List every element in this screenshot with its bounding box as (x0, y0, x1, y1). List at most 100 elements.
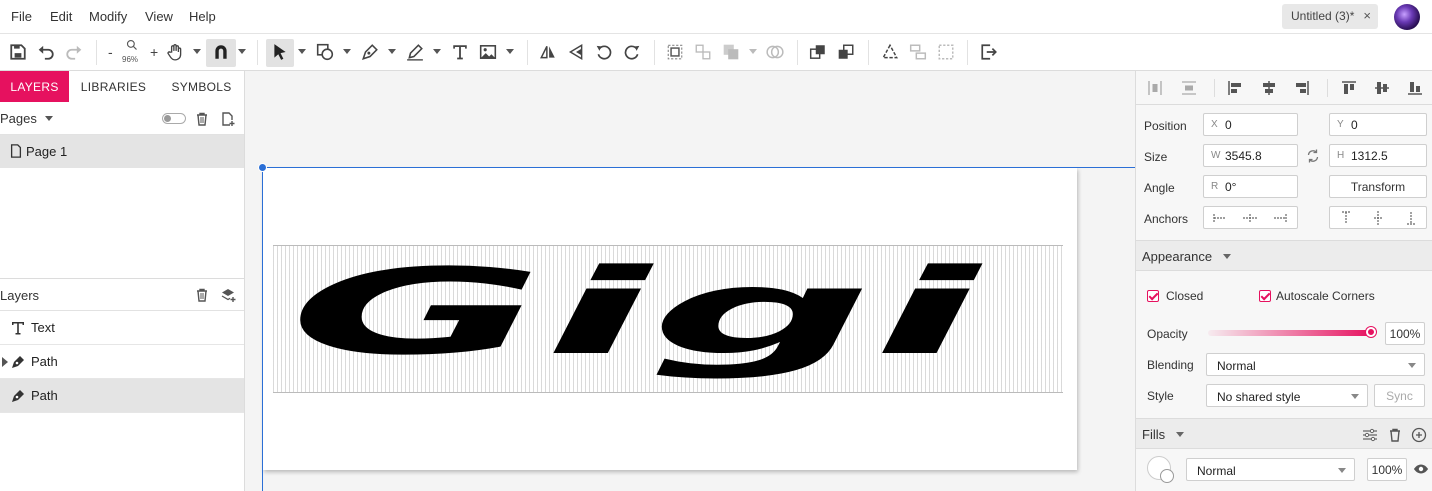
fill-options-icon[interactable] (1361, 426, 1379, 444)
shape-dropdown-icon[interactable] (343, 49, 351, 54)
opacity-slider[interactable] (1208, 327, 1376, 337)
zoom-in-button[interactable]: + (150, 44, 158, 60)
undo-icon[interactable] (36, 42, 56, 62)
text-tool-icon[interactable] (450, 42, 470, 62)
flip-horizontal-icon[interactable] (538, 42, 558, 62)
add-layer-icon[interactable] (219, 286, 237, 304)
boolean-ops-icon[interactable] (721, 42, 741, 62)
flip-vertical-icon[interactable] (566, 42, 586, 62)
delete-layer-icon[interactable] (193, 286, 211, 304)
eyedropper-icon[interactable] (1160, 469, 1174, 483)
export-icon[interactable] (979, 42, 999, 62)
width-field[interactable]: W 3545.8 (1203, 144, 1298, 167)
canvas[interactable]: Gigi (245, 71, 1135, 491)
mask-icon[interactable] (765, 42, 785, 62)
align-top-icon[interactable] (1340, 79, 1358, 97)
anchor-right-icon[interactable] (1271, 209, 1289, 227)
tab-libraries[interactable]: LIBRARIES (69, 71, 158, 102)
pen-dropdown-icon[interactable] (388, 49, 396, 54)
group-icon[interactable] (665, 42, 685, 62)
autoscale-corners-checkbox[interactable] (1259, 290, 1271, 302)
anchor-bottom-icon[interactable] (1402, 209, 1420, 227)
send-backward-icon[interactable] (836, 42, 856, 62)
delete-page-icon[interactable] (193, 110, 211, 128)
menu-help[interactable]: Help (189, 9, 216, 24)
expand-arrow-icon[interactable] (2, 357, 8, 367)
tab-layers[interactable]: LAYERS (0, 71, 69, 102)
page-item[interactable]: Page 1 (0, 135, 244, 168)
redo-icon[interactable] (64, 42, 84, 62)
pointer-dropdown-icon[interactable] (298, 49, 306, 54)
eye-icon[interactable] (1412, 460, 1430, 478)
hand-dropdown-icon[interactable] (193, 49, 201, 54)
menu-modify[interactable]: Modify (89, 9, 127, 24)
y-field[interactable]: Y 0 (1329, 113, 1427, 136)
zoom-out-button[interactable]: - (108, 44, 113, 60)
close-tab-icon[interactable]: × (1363, 8, 1371, 23)
sync-button[interactable]: Sync (1374, 384, 1425, 407)
blending-select[interactable]: Normal (1206, 353, 1425, 376)
ungroup-icon[interactable] (693, 42, 713, 62)
image-dropdown-icon[interactable] (506, 49, 514, 54)
fills-dropdown-icon[interactable] (1176, 432, 1184, 437)
anchor-left-icon[interactable] (1211, 209, 1229, 227)
document-tab[interactable]: Untitled (3)* × (1282, 4, 1378, 29)
image-tool-icon[interactable] (478, 42, 498, 62)
fill-opacity-field[interactable]: 100% (1367, 458, 1407, 481)
artboard-icon[interactable] (936, 42, 956, 62)
snap-magnet-icon[interactable] (211, 42, 231, 62)
fill-color-swatch[interactable] (1147, 456, 1174, 483)
lock-ratio-icon[interactable] (1304, 147, 1322, 165)
pencil-dropdown-icon[interactable] (433, 49, 441, 54)
opacity-field[interactable]: 100% (1385, 322, 1425, 345)
rotate-left-icon[interactable] (594, 42, 614, 62)
menu-edit[interactable]: Edit (50, 9, 72, 24)
layer-row-path-selected[interactable]: Path (0, 379, 244, 413)
align-middle-vertical-icon[interactable] (1373, 79, 1391, 97)
distribute-icon[interactable] (908, 42, 928, 62)
align-bottom-icon[interactable] (1406, 79, 1424, 97)
shared-style-select[interactable]: No shared style (1206, 384, 1368, 407)
add-fill-icon[interactable] (1410, 426, 1428, 444)
pages-dropdown-icon[interactable] (45, 116, 53, 121)
boolean-dropdown-icon[interactable] (749, 49, 757, 54)
align-right-icon[interactable] (1293, 79, 1311, 97)
align-left-icon[interactable] (1226, 79, 1244, 97)
simplify-path-icon[interactable] (880, 42, 900, 62)
height-field[interactable]: H 1312.5 (1329, 144, 1427, 167)
distribute-horizontal-icon[interactable] (1146, 79, 1164, 97)
bring-forward-icon[interactable] (808, 42, 828, 62)
anchor-middle-icon[interactable] (1369, 209, 1387, 227)
rotation-field[interactable]: R 0° (1203, 175, 1298, 198)
anchor-top-icon[interactable] (1337, 209, 1355, 227)
avatar[interactable] (1394, 4, 1420, 30)
tab-symbols[interactable]: SYMBOLS (158, 71, 245, 102)
distribute-vertical-icon[interactable] (1180, 79, 1198, 97)
fill-blend-select[interactable]: Normal (1186, 458, 1355, 481)
hand-icon[interactable] (165, 42, 185, 62)
artwork[interactable]: Gigi (283, 231, 1063, 401)
closed-checkbox[interactable] (1147, 290, 1159, 302)
pointer-tool-icon[interactable] (270, 42, 290, 62)
zoom-icon[interactable] (124, 38, 140, 52)
x-field[interactable]: X 0 (1203, 113, 1298, 136)
snap-dropdown-icon[interactable] (238, 49, 246, 54)
selection-handle[interactable] (258, 163, 267, 172)
pages-toggle[interactable] (162, 113, 186, 124)
fills-section-header[interactable]: Fills (1136, 418, 1432, 449)
pencil-tool-icon[interactable] (405, 42, 425, 62)
opacity-slider-thumb[interactable] (1366, 327, 1376, 337)
menu-file[interactable]: File (11, 9, 32, 24)
pen-tool-icon[interactable] (360, 42, 380, 62)
align-center-horizontal-icon[interactable] (1260, 79, 1278, 97)
delete-fill-icon[interactable] (1386, 426, 1404, 444)
appearance-dropdown-icon[interactable] (1223, 254, 1231, 259)
save-icon[interactable] (8, 42, 28, 62)
anchor-center-icon[interactable] (1241, 209, 1259, 227)
layer-row-path-group[interactable]: Path (0, 345, 244, 379)
add-page-icon[interactable] (219, 110, 237, 128)
menu-view[interactable]: View (145, 9, 173, 24)
appearance-section-header[interactable]: Appearance (1136, 240, 1432, 271)
shape-tool-icon[interactable] (315, 42, 335, 62)
layer-row-text[interactable]: Text (0, 311, 244, 345)
